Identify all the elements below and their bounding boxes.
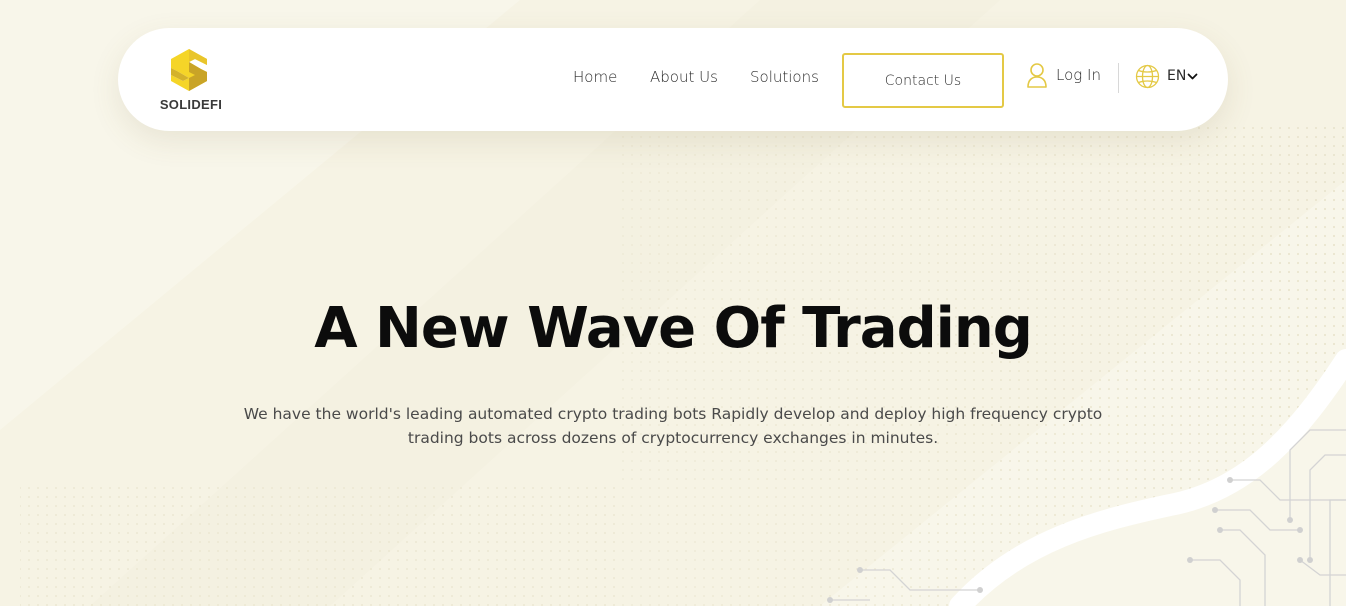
brand-logo[interactable]: SOLIDEFI: [154, 48, 228, 114]
nav-solutions-link[interactable]: Solutions: [750, 68, 819, 86]
hexagon-s-logo-icon: [171, 49, 207, 91]
brand-name: SOLIDEFI: [159, 97, 223, 112]
hero-description: We have the world's leading automated cr…: [243, 405, 1103, 447]
nav-about-us-link[interactable]: About Us: [650, 68, 718, 86]
hero-title: A New Wave Of Trading: [314, 296, 1033, 361]
globe-icon: [1135, 64, 1160, 88]
top-navbar: SOLIDEFI Home About Us Solutions Contact…: [118, 28, 1228, 131]
user-icon: [1027, 63, 1047, 88]
chevron-down-icon: [1187, 73, 1198, 79]
login-label: Log In: [1056, 66, 1101, 84]
language-label: EN: [1167, 68, 1187, 84]
contact-us-button[interactable]: Contact Us: [842, 53, 1004, 108]
nav-divider: [1118, 63, 1119, 93]
language-selector[interactable]: EN: [1135, 64, 1198, 88]
login-button[interactable]: Log In: [1026, 62, 1101, 88]
nav-home-link[interactable]: Home: [573, 68, 617, 86]
